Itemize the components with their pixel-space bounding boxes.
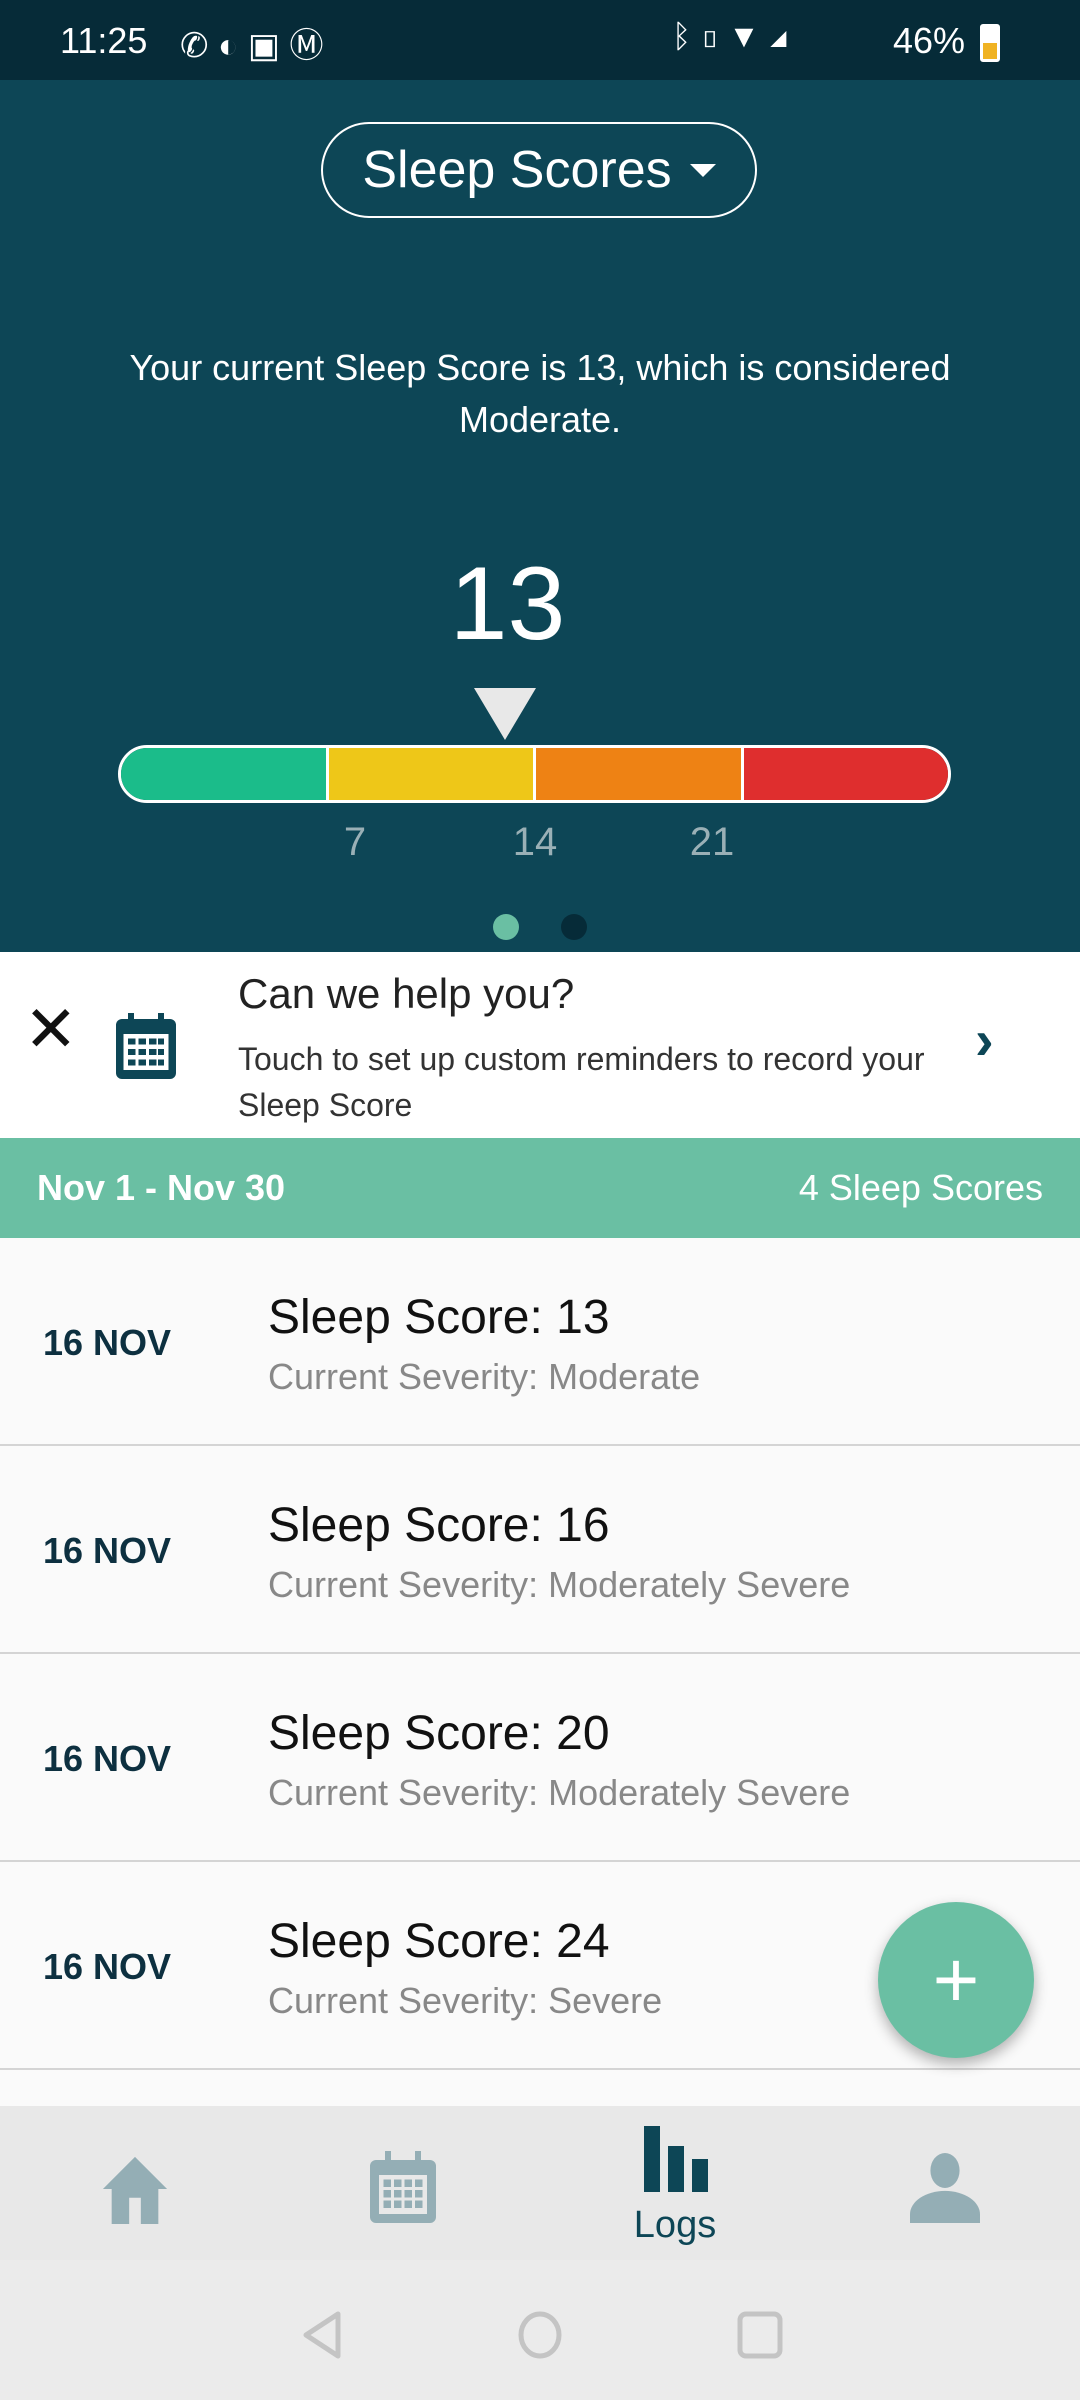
calendar-icon[interactable]	[370, 2150, 436, 2224]
notification-icons: ✆ ◐ ▣ Ⓜ	[180, 27, 324, 65]
back-icon[interactable]	[300, 2310, 344, 2360]
list-item[interactable]: 16 NOV Sleep Score: 20 Current Severity: M…	[0, 1654, 1080, 1862]
entry-date: 16 NOV	[43, 1738, 172, 1779]
date-range: Nov 1 - Nov 30	[37, 1167, 286, 1208]
system-icons: ᛒ ▯ ▼ ◢	[672, 18, 788, 54]
home-button-icon[interactable]	[516, 2310, 564, 2360]
severity-segment	[536, 748, 744, 800]
severity-segment	[328, 748, 536, 800]
severity-scale	[118, 745, 951, 803]
close-icon[interactable]: ✕	[24, 997, 78, 1061]
score-description: Your current Sleep Score is 13, which is…	[129, 347, 951, 440]
bottom-nav: Logs	[0, 2106, 1080, 2260]
entry-score: Sleep Score: 13	[268, 1291, 610, 1344]
person-icon[interactable]	[910, 2152, 980, 2224]
calendar-icon	[116, 1013, 176, 1079]
entry-score: Sleep Score: 20	[268, 1707, 610, 1760]
help-body: Touch to set up custom reminders to reco…	[238, 1041, 925, 1123]
recents-icon[interactable]	[736, 2310, 784, 2360]
entry-score: Sleep Score: 16	[268, 1499, 610, 1552]
current-score: 13	[449, 546, 566, 662]
severity-segment	[121, 748, 329, 800]
page-dot-active[interactable]	[493, 914, 519, 940]
entry-severity: Current Severity: Severe	[268, 1980, 663, 2021]
status-bar: 11:25 ✆ ◐ ▣ Ⓜ ᛒ ▯ ▼ ◢ 46%	[0, 0, 1080, 80]
home-icon[interactable]	[100, 2154, 170, 2224]
list-overflow	[0, 2070, 1080, 2106]
list-item[interactable]: 16 NOV Sleep Score: 13 Current Severity: M…	[0, 1238, 1080, 1446]
page-dot[interactable]	[561, 914, 587, 940]
nav-logs[interactable]: Logs	[600, 2126, 750, 2256]
score-pointer	[473, 688, 536, 740]
tick-label: 21	[689, 820, 735, 864]
battery-charging-icon	[980, 24, 1000, 62]
dropdown-label: Sleep Scores	[362, 141, 672, 199]
clock: 11:25	[60, 20, 148, 61]
entry-severity: Current Severity: Moderately Severe	[268, 1772, 851, 1813]
list-item[interactable]: 16 NOV Sleep Score: 16 Current Severity: M…	[0, 1446, 1080, 1654]
entry-date: 16 NOV	[43, 1322, 172, 1363]
tick-label: 14	[512, 820, 558, 864]
entry-score: Sleep Score: 24	[268, 1915, 610, 1968]
bar-chart-icon	[644, 2126, 708, 2192]
battery-percent: 46%	[893, 20, 966, 61]
entry-severity: Current Severity: Moderately Severe	[268, 1564, 851, 1605]
entry-date: 16 NOV	[43, 1530, 172, 1571]
chevron-down-icon	[689, 163, 716, 177]
severity-segment	[743, 748, 948, 800]
score-count: 4 Sleep Scores	[798, 1167, 1043, 1208]
chevron-right-icon[interactable]: ›	[975, 1012, 994, 1068]
help-title: Can we help you?	[238, 970, 575, 1017]
entry-date: 16 NOV	[43, 1946, 172, 1987]
score-header: Sleep Scores Your current Sleep Score is…	[0, 80, 1080, 952]
help-card[interactable]: ✕ Can we help you? Touch to set up custo…	[0, 952, 1080, 1138]
tick-label: 7	[343, 820, 367, 864]
metric-dropdown[interactable]: Sleep Scores	[321, 122, 757, 218]
entry-severity: Current Severity: Moderate	[268, 1356, 701, 1397]
nav-logs-label: Logs	[633, 2204, 717, 2246]
add-entry-button[interactable]: +	[878, 1902, 1034, 2058]
date-range-band: Nov 1 - Nov 30 4 Sleep Scores	[0, 1138, 1080, 1238]
system-nav	[0, 2260, 1080, 2400]
